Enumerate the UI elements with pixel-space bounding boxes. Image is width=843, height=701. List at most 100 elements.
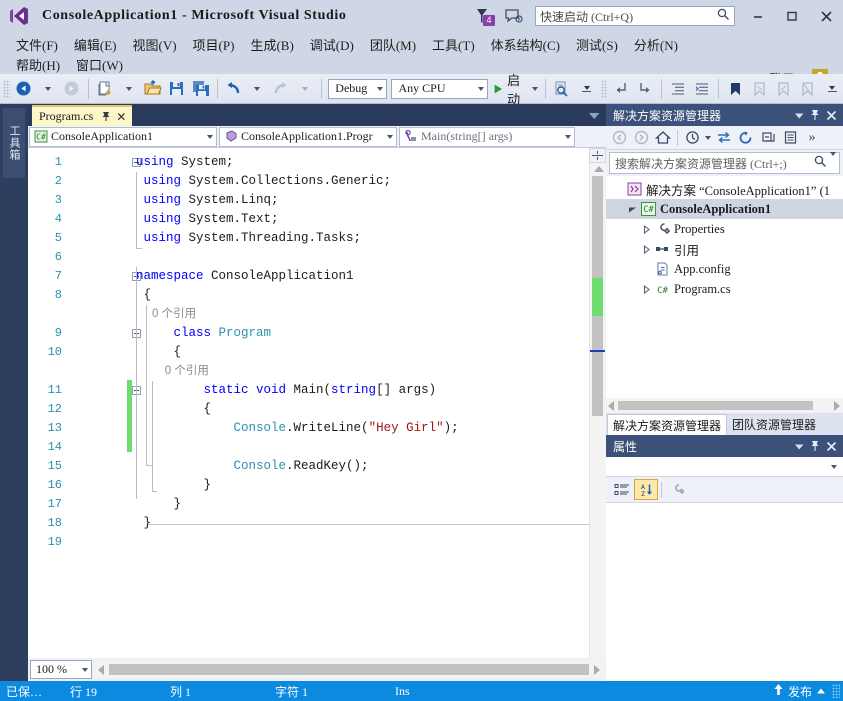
start-debugging-button[interactable]: 启动: [490, 73, 541, 107]
pending-changes-dropdown[interactable]: [703, 128, 713, 148]
code-line[interactable]: {: [136, 343, 586, 362]
menu-item-6[interactable]: 团队(M): [362, 34, 424, 55]
zoom-level-dropdown[interactable]: 100 %: [30, 660, 92, 679]
solution-configuration-dropdown[interactable]: Debug: [328, 78, 388, 99]
active-files-dropdown-icon[interactable]: [588, 110, 601, 124]
comment-icon[interactable]: [690, 77, 714, 101]
menu-item-7[interactable]: 工具(T): [424, 34, 483, 55]
menu-item-5[interactable]: 调试(D): [302, 34, 362, 55]
undo-dropdown[interactable]: [245, 77, 269, 101]
chevron-down-icon[interactable]: [791, 106, 807, 124]
minimize-button[interactable]: [741, 0, 775, 32]
previous-bookmark-icon[interactable]: [747, 77, 771, 101]
properties-grid[interactable]: [606, 503, 843, 689]
scroll-left-arrow[interactable]: [98, 664, 104, 675]
close-icon[interactable]: [823, 437, 839, 455]
alphabetical-sort-icon[interactable]: A Z: [634, 479, 658, 500]
scroll-left-arrow[interactable]: [608, 400, 614, 411]
menu-item-0[interactable]: 文件(F): [8, 34, 66, 55]
tree-item[interactable]: C# ConsoleApplication1: [606, 199, 843, 219]
menu-item-1[interactable]: 编辑(E): [66, 34, 125, 55]
scroll-right-arrow[interactable]: [834, 400, 840, 411]
code-line[interactable]: {: [136, 400, 586, 419]
code-text[interactable]: using System; using System.Collections.G…: [136, 153, 586, 552]
chevron-down-icon[interactable]: [791, 437, 807, 455]
close-icon[interactable]: [823, 106, 839, 124]
pin-icon[interactable]: [807, 106, 823, 124]
toolbox-tab[interactable]: 工具箱: [3, 108, 25, 178]
chevron-right-icon[interactable]: [638, 241, 654, 257]
pin-icon[interactable]: [807, 437, 823, 455]
redo-dropdown[interactable]: [293, 77, 317, 101]
navbar-member-dropdown[interactable]: Main(string[] args): [399, 126, 575, 147]
next-bookmark-icon[interactable]: [771, 77, 795, 101]
code-line[interactable]: using System.Collections.Generic;: [136, 172, 586, 191]
tree-item[interactable]: C# Program.cs: [606, 279, 843, 299]
panel-tab-1[interactable]: 团队资源管理器: [727, 414, 822, 435]
tree-item[interactable]: Properties: [606, 219, 843, 239]
code-line[interactable]: [136, 533, 586, 552]
code-line[interactable]: Console.ReadKey();: [136, 457, 586, 476]
code-line[interactable]: [136, 248, 586, 267]
code-line[interactable]: Console.WriteLine("Hey Girl");: [136, 419, 586, 438]
navigate-forward-icon[interactable]: [60, 77, 84, 101]
bookmark-icon[interactable]: [723, 77, 747, 101]
properties-window-icon[interactable]: [779, 128, 801, 148]
forward-icon[interactable]: [630, 128, 652, 148]
toolbar-overflow-icon[interactable]: [819, 77, 843, 101]
open-file-icon[interactable]: [141, 77, 165, 101]
menu-item-10[interactable]: 分析(N): [626, 34, 686, 55]
code-line[interactable]: {: [136, 286, 586, 305]
navigate-back-dropdown[interactable]: [36, 77, 60, 101]
document-tab-program-cs[interactable]: Program.cs ✕: [32, 105, 133, 126]
chevron-right-icon[interactable]: [638, 221, 654, 237]
code-line[interactable]: }: [136, 495, 586, 514]
tree-item[interactable]: App.config: [606, 259, 843, 279]
menu-item-9[interactable]: 测试(S): [568, 34, 626, 55]
editor-horizontal-scrollbar[interactable]: [95, 661, 604, 678]
feedback-icon[interactable]: [499, 3, 529, 29]
collapse-all-icon[interactable]: [757, 128, 779, 148]
code-line[interactable]: 0 个引用: [136, 362, 586, 381]
editor-split-handle[interactable]: [589, 148, 606, 163]
overflow-icon[interactable]: »: [801, 128, 823, 148]
chevron-right-icon[interactable]: [638, 281, 654, 297]
scroll-up-arrow[interactable]: [594, 166, 604, 172]
code-line[interactable]: using System;: [136, 153, 586, 172]
pending-changes-icon[interactable]: [681, 128, 703, 148]
refresh-icon[interactable]: [735, 128, 757, 148]
find-in-files-icon[interactable]: [550, 77, 574, 101]
quick-launch-input[interactable]: 快速启动 (Ctrl+Q): [535, 6, 735, 26]
back-icon[interactable]: [608, 128, 630, 148]
save-all-icon[interactable]: [189, 77, 213, 101]
chevron-down-icon[interactable]: [531, 86, 538, 91]
menu-item-3[interactable]: 项目(P): [185, 34, 243, 55]
home-icon[interactable]: [652, 128, 674, 148]
code-line[interactable]: }: [136, 476, 586, 495]
new-project-icon[interactable]: [93, 77, 117, 101]
solution-explorer-search-input[interactable]: 搜索解决方案资源管理器 (Ctrl+;): [609, 152, 840, 174]
menu-item-4[interactable]: 生成(B): [242, 34, 301, 55]
code-line[interactable]: using System.Threading.Tasks;: [136, 229, 586, 248]
search-icon[interactable]: [717, 8, 730, 24]
code-line[interactable]: 0 个引用: [136, 305, 586, 324]
sync-with-active-document-icon[interactable]: [713, 128, 735, 148]
toolbar-grip[interactable]: [3, 79, 10, 98]
new-project-dropdown[interactable]: [117, 77, 141, 101]
scroll-right-arrow[interactable]: [594, 664, 600, 675]
menu-item-8[interactable]: 体系结构(C): [483, 34, 568, 55]
increase-indent-icon[interactable]: [666, 77, 690, 101]
undo-icon[interactable]: [221, 77, 245, 101]
menu-item-2[interactable]: 视图(V): [125, 34, 185, 55]
search-options-dropdown[interactable]: [830, 152, 836, 170]
navigate-back-icon[interactable]: [12, 77, 36, 101]
editor-vertical-scrollbar[interactable]: [589, 148, 606, 658]
se-hscrollbar-thumb[interactable]: [618, 401, 813, 410]
find-dropdown[interactable]: [574, 77, 598, 101]
status-publish-button[interactable]: 发布: [773, 683, 832, 700]
code-line[interactable]: static void Main(string[] args): [136, 381, 586, 400]
step-over-icon[interactable]: [633, 77, 657, 101]
chevron-up-icon[interactable]: [816, 684, 826, 699]
solution-explorer-hscrollbar[interactable]: [606, 398, 843, 413]
navbar-type-dropdown[interactable]: ConsoleApplication1.Progr: [219, 126, 397, 147]
